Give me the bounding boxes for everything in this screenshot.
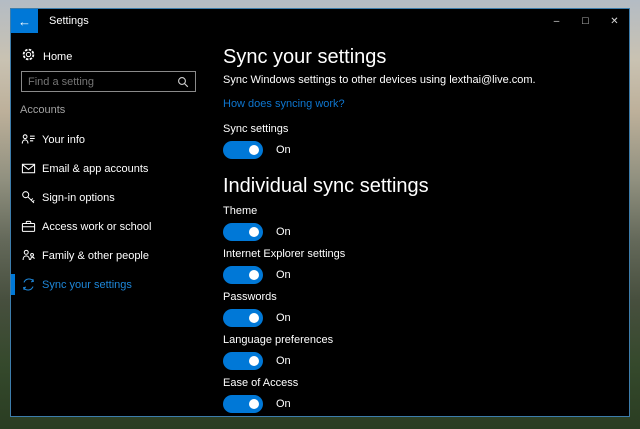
settings-window: ← Settings – □ ✕ Home Find a setting Acc… bbox=[10, 8, 630, 417]
internet-explorer-settings-label: Internet Explorer settings bbox=[223, 248, 346, 260]
toggle-state-label: On bbox=[276, 312, 291, 324]
toggle-knob bbox=[249, 399, 259, 409]
section-title: Individual sync settings bbox=[223, 175, 429, 197]
language-preferences-toggle[interactable] bbox=[223, 352, 263, 370]
toggle-knob bbox=[249, 313, 259, 323]
sync-settings-toggle[interactable] bbox=[223, 141, 263, 159]
minimize-button[interactable]: – bbox=[542, 9, 571, 33]
toggle-knob bbox=[249, 145, 259, 155]
user-info-icon bbox=[20, 132, 36, 148]
sidebar-item-label: Email & app accounts bbox=[42, 162, 149, 175]
sidebar-item-sync-your-settings[interactable]: Sync your settings bbox=[11, 270, 213, 299]
close-icon: ✕ bbox=[610, 15, 619, 27]
sidebar-item-email-app-accounts[interactable]: Email & app accounts bbox=[11, 154, 213, 183]
window-title: Settings bbox=[49, 15, 89, 27]
search-icon[interactable] bbox=[177, 76, 195, 88]
internet-explorer-toggle[interactable] bbox=[223, 266, 263, 284]
window-controls: – □ ✕ bbox=[542, 9, 629, 33]
ease-of-access-toggle-row: On bbox=[223, 395, 629, 413]
main-content: Sync your settings Sync Windows settings… bbox=[223, 33, 629, 416]
maximize-button[interactable]: □ bbox=[571, 9, 600, 33]
sidebar-section-label: Accounts bbox=[20, 104, 66, 116]
sidebar-item-label: Home bbox=[43, 51, 73, 63]
toggle-state-label: On bbox=[276, 269, 291, 281]
toggle-state-label: On bbox=[276, 226, 291, 238]
sidebar-item-label: Sync your settings bbox=[42, 278, 132, 291]
sync-icon bbox=[20, 277, 36, 293]
sidebar-item-label: Access work or school bbox=[42, 220, 152, 233]
sidebar-item-label: Sign-in options bbox=[42, 191, 115, 204]
sync-settings-label: Sync settings bbox=[223, 123, 289, 135]
theme-toggle-row: On bbox=[223, 223, 629, 241]
internet-explorer-toggle-row: On bbox=[223, 266, 629, 284]
toggle-knob bbox=[249, 227, 259, 237]
minimize-icon: – bbox=[553, 15, 560, 27]
passwords-toggle-row: On bbox=[223, 309, 629, 327]
title-bar: ← Settings – □ ✕ bbox=[11, 9, 629, 33]
key-icon bbox=[20, 190, 36, 206]
maximize-icon: □ bbox=[582, 15, 589, 27]
people-icon bbox=[20, 248, 36, 264]
language-preferences-toggle-row: On bbox=[223, 352, 629, 370]
sidebar: Home Accounts You bbox=[11, 33, 213, 416]
back-button[interactable]: ← bbox=[11, 9, 38, 33]
sidebar-item-your-info[interactable]: Your info bbox=[11, 125, 213, 154]
sidebar-item-label: Your info bbox=[42, 133, 86, 146]
search-box bbox=[21, 71, 196, 92]
toggle-state-label: On bbox=[276, 355, 291, 367]
sidebar-item-family-other-people[interactable]: Family & other people bbox=[11, 241, 213, 270]
back-arrow-icon: ← bbox=[18, 13, 31, 29]
toggle-knob bbox=[249, 270, 259, 280]
sidebar-item-sign-in-options[interactable]: Sign-in options bbox=[11, 183, 213, 212]
sidebar-item-access-work-or-school[interactable]: Access work or school bbox=[11, 212, 213, 241]
toggle-knob bbox=[249, 356, 259, 366]
ease-of-access-label: Ease of Access bbox=[223, 377, 299, 389]
page-title: Sync your settings bbox=[223, 46, 387, 68]
language-preferences-label: Language preferences bbox=[223, 334, 334, 346]
ease-of-access-toggle[interactable] bbox=[223, 395, 263, 413]
sync-settings-toggle-row: On bbox=[223, 141, 629, 159]
passwords-label: Passwords bbox=[223, 291, 277, 303]
toggle-state-label: On bbox=[276, 398, 291, 410]
selected-indicator bbox=[11, 274, 15, 295]
gear-icon bbox=[21, 47, 36, 67]
theme-toggle[interactable] bbox=[223, 223, 263, 241]
sidebar-item-home[interactable]: Home bbox=[11, 45, 213, 69]
theme-label: Theme bbox=[223, 205, 258, 217]
search-input[interactable] bbox=[22, 72, 177, 91]
passwords-toggle[interactable] bbox=[223, 309, 263, 327]
page-description: Sync Windows settings to other devices u… bbox=[223, 74, 536, 86]
close-button[interactable]: ✕ bbox=[600, 9, 629, 33]
briefcase-icon bbox=[20, 219, 36, 235]
how-does-syncing-work-link[interactable]: How does syncing work? bbox=[223, 98, 345, 111]
toggle-state-label: On bbox=[276, 144, 291, 156]
email-icon bbox=[20, 161, 36, 177]
sidebar-item-label: Family & other people bbox=[42, 249, 149, 262]
sidebar-nav: Your info Email & app accounts Sign-in o… bbox=[11, 125, 213, 299]
